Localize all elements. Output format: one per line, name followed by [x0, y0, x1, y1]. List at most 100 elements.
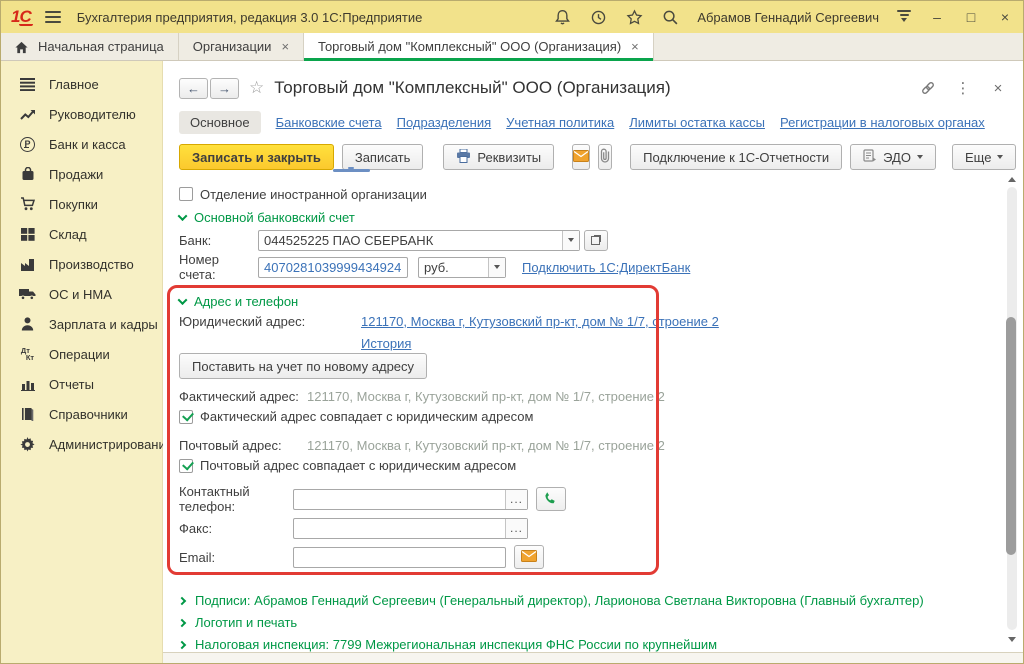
chevron-right-icon	[178, 640, 186, 648]
close-window-button[interactable]: ×	[997, 9, 1013, 25]
tab-organization-card[interactable]: Торговый дом "Комплексный" ООО (Организа…	[304, 33, 654, 60]
sidebar-item-administration[interactable]: Администрирование	[1, 429, 162, 459]
sidebar-item-label: Продажи	[49, 167, 103, 182]
sidebar-item-production[interactable]: Производство	[1, 249, 162, 279]
section-signatures[interactable]: Подписи: Абрамов Геннадий Сергеевич (Ген…	[179, 592, 1007, 609]
tab-tax-registrations[interactable]: Регистрации в налоговых органах	[780, 115, 985, 130]
forward-button[interactable]: →	[210, 78, 239, 99]
dropdown-caret-icon	[997, 155, 1003, 162]
fax-input[interactable]	[294, 519, 505, 538]
tab-cash-limits[interactable]: Лимиты остатка кассы	[629, 115, 765, 130]
tab-bank-accounts[interactable]: Банковские счета	[276, 115, 382, 130]
send-email-button[interactable]	[572, 144, 590, 170]
sidebar-item-directories[interactable]: Справочники	[1, 399, 162, 429]
get-link-icon[interactable]	[919, 79, 937, 97]
favorites-star-icon[interactable]	[625, 8, 643, 26]
scroll-down-icon[interactable]	[1008, 637, 1016, 646]
email-field[interactable]	[293, 547, 506, 568]
actual-same-checkbox[interactable]: Фактический адрес совпадает с юридически…	[179, 408, 1007, 425]
tab-departments[interactable]: Подразделения	[397, 115, 492, 130]
minimize-button[interactable]: –	[929, 9, 945, 25]
sidebar-item-sales[interactable]: Продажи	[1, 159, 162, 189]
section-main-bank-account[interactable]: Основной банковский счет	[179, 209, 1007, 225]
save-and-close-button[interactable]: Записать и закрыть	[179, 144, 334, 170]
phone-handset-icon	[544, 491, 558, 508]
splitter-grip[interactable]	[333, 169, 370, 172]
more-button[interactable]: Еще	[952, 144, 1016, 170]
call-button[interactable]	[536, 487, 566, 511]
section-address-phone[interactable]: Адрес и телефон	[179, 293, 1007, 309]
sidebar-item-purchases[interactable]: Покупки	[1, 189, 162, 219]
scrollbar-thumb[interactable]	[1006, 317, 1016, 555]
bank-input[interactable]	[259, 231, 562, 250]
currency-dropdown-button[interactable]	[488, 258, 505, 277]
menu-lines-icon	[19, 76, 36, 92]
tab-organizations[interactable]: Организации ×	[179, 33, 304, 60]
checkbox-box[interactable]	[179, 459, 193, 473]
service-menu-icon[interactable]	[897, 10, 911, 25]
sidebar-item-bank-cash[interactable]: Р Банк и касса	[1, 129, 162, 159]
more-kebab-icon[interactable]: ⋮	[954, 79, 972, 97]
reregister-address-button[interactable]: Поставить на учет по новому адресу	[179, 353, 427, 379]
form-nav: Основное Банковские счета Подразделения …	[179, 109, 1007, 135]
checkbox-box[interactable]	[179, 410, 193, 424]
vertical-scrollbar[interactable]	[1006, 173, 1018, 646]
close-tab-icon[interactable]: ×	[631, 39, 639, 54]
main-menu-icon[interactable]	[45, 11, 61, 23]
notifications-bell-icon[interactable]	[553, 8, 571, 26]
currency-field[interactable]	[418, 257, 506, 278]
fax-ellipsis-button[interactable]: ...	[505, 519, 527, 538]
postal-same-checkbox[interactable]: Почтовый адрес совпадает с юридическим а…	[179, 457, 1007, 474]
directbank-link[interactable]: Подключить 1С:ДиректБанк	[522, 260, 690, 275]
paperclip-icon	[599, 148, 611, 166]
sidebar-item-operations[interactable]: ДтКт Операции	[1, 339, 162, 369]
attachments-button[interactable]	[598, 144, 612, 170]
connect-1c-reporting-button[interactable]: Подключение к 1С-Отчетности	[630, 144, 842, 170]
history-icon[interactable]	[589, 8, 607, 26]
account-number-field[interactable]	[258, 257, 408, 278]
email-input[interactable]	[294, 548, 505, 567]
current-user[interactable]: Абрамов Геннадий Сергеевич	[697, 10, 879, 25]
trend-chart-icon	[19, 106, 36, 122]
sidebar-item-reports[interactable]: Отчеты	[1, 369, 162, 399]
scroll-up-icon[interactable]	[1008, 173, 1016, 182]
open-bank-button[interactable]	[584, 230, 608, 251]
checkbox-box[interactable]	[179, 187, 193, 201]
close-tab-icon[interactable]: ×	[281, 39, 289, 54]
maximize-button[interactable]: □	[963, 9, 979, 25]
sidebar-item-manager[interactable]: Руководителю	[1, 99, 162, 129]
fax-field[interactable]: ...	[293, 518, 528, 539]
tab-accounting-policy[interactable]: Учетная политика	[506, 115, 614, 130]
back-button[interactable]: ←	[179, 78, 208, 99]
contact-phone-field[interactable]: ...	[293, 489, 528, 510]
chevron-right-icon	[178, 618, 186, 626]
sidebar-item-payroll-hr[interactable]: Зарплата и кадры	[1, 309, 162, 339]
sidebar-item-warehouse[interactable]: Склад	[1, 219, 162, 249]
requisites-button[interactable]: Реквизиты	[443, 144, 554, 170]
close-form-icon[interactable]: ×	[989, 79, 1007, 97]
favorite-star-icon[interactable]: ☆	[249, 78, 264, 98]
section-logo-stamp[interactable]: Логотип и печать	[179, 614, 1007, 631]
tab-main[interactable]: Основное	[179, 111, 261, 134]
edo-button[interactable]: ЭДО	[850, 144, 936, 170]
bank-dropdown-button[interactable]	[562, 231, 579, 250]
sidebar-item-main[interactable]: Главное	[1, 69, 162, 99]
search-icon[interactable]	[661, 8, 679, 26]
tab-bar: Начальная страница Организации × Торговы…	[1, 33, 1023, 61]
tab-home[interactable]: Начальная страница	[1, 33, 179, 60]
sidebar-item-label: Главное	[49, 77, 99, 92]
save-button[interactable]: Записать	[342, 144, 424, 170]
contact-phone-input[interactable]	[294, 490, 505, 509]
legal-address-link[interactable]: 121170, Москва г, Кутузовский пр-кт, дом…	[361, 314, 719, 329]
sidebar-item-fixed-assets[interactable]: ОС и НМА	[1, 279, 162, 309]
address-history-link[interactable]: История	[361, 336, 411, 351]
bag-icon	[19, 166, 36, 182]
currency-input[interactable]	[419, 258, 488, 277]
phone-ellipsis-button[interactable]: ...	[505, 490, 527, 509]
bank-field[interactable]	[258, 230, 580, 251]
section-tax-inspection[interactable]: Налоговая инспекция: 7799 Межрегиональна…	[179, 636, 1007, 653]
write-email-button[interactable]	[514, 545, 544, 569]
account-number-input[interactable]	[259, 258, 407, 277]
sidebar-item-label: Операции	[49, 347, 110, 362]
foreign-branch-checkbox[interactable]: Отделение иностранной организации	[179, 185, 1007, 203]
